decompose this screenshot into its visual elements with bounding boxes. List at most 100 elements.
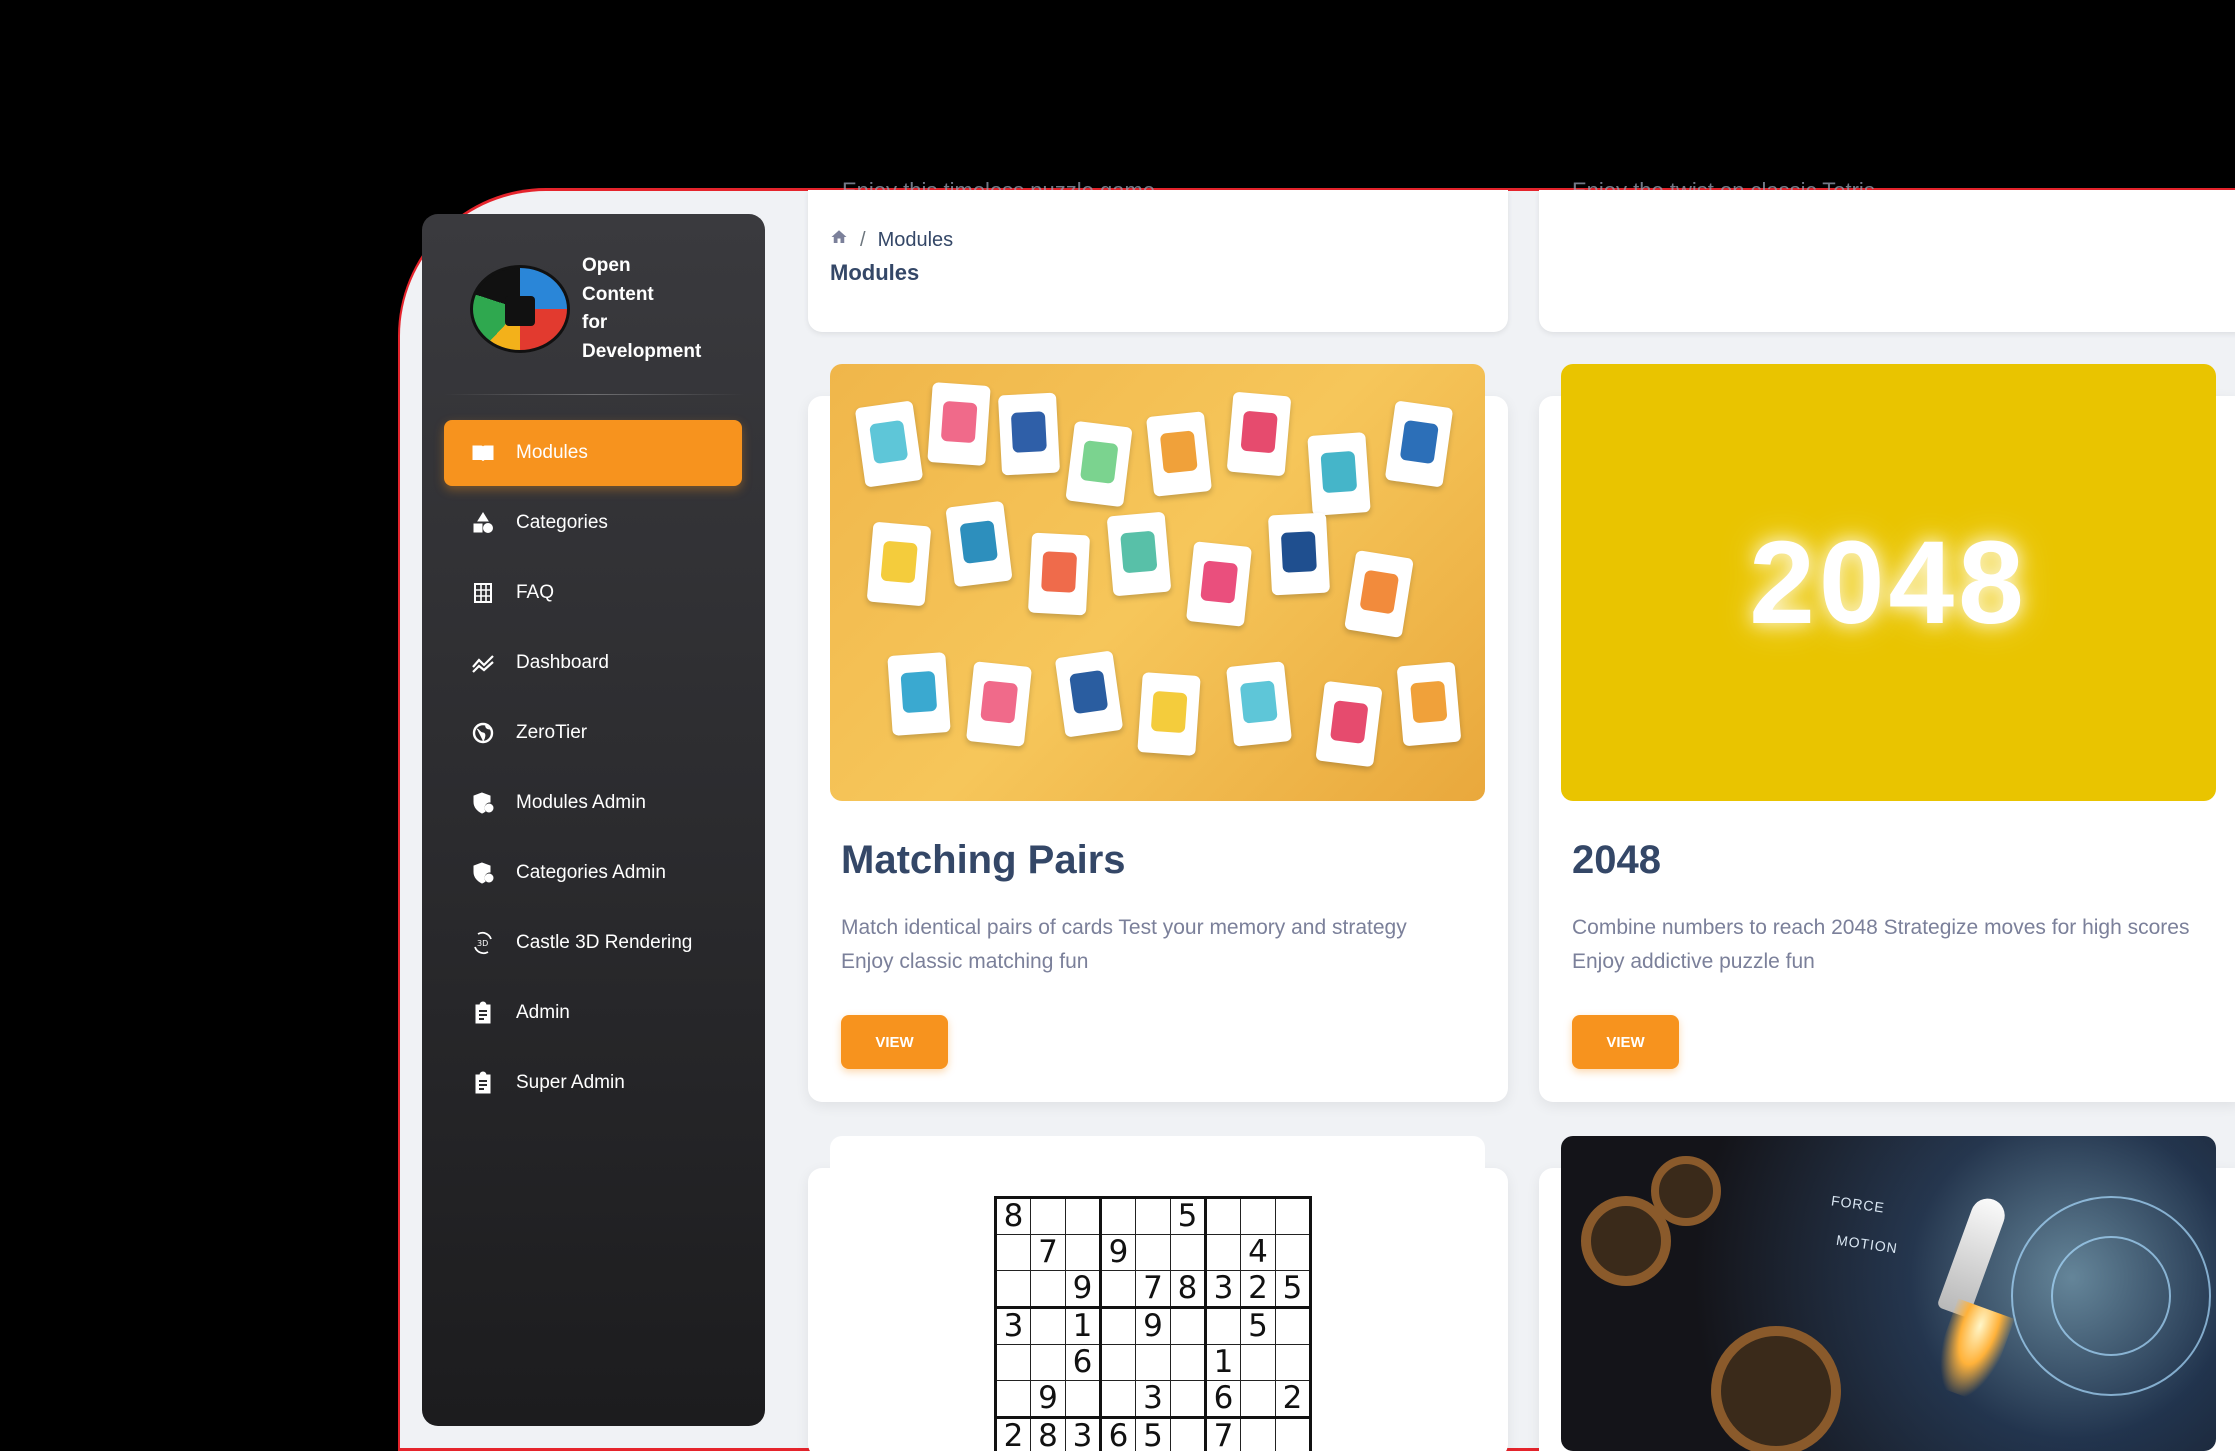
brand[interactable]: Open Content for Development: [470, 252, 722, 366]
sudoku-cell: [1030, 1270, 1066, 1309]
sudoku-cell: [1100, 1380, 1136, 1419]
3d-rotation-icon: 3D: [470, 930, 496, 956]
sudoku-cell: [1240, 1380, 1276, 1419]
sudoku-cell: 4: [1240, 1234, 1276, 1271]
sudoku-row: 978325: [995, 1270, 1311, 1309]
sudoku-row: 319 5: [995, 1307, 1311, 1345]
sudoku-cell: [1170, 1380, 1207, 1419]
sudoku-cell: [1275, 1307, 1311, 1345]
sudoku-image: 857949783253195619362283657: [830, 1136, 1485, 1451]
sidebar-item-label: Dashboard: [516, 652, 609, 673]
matching-pairs-image: [830, 364, 1485, 801]
sidebar-divider: [442, 394, 745, 395]
sidebar-item-super-admin[interactable]: Super Admin: [444, 1050, 742, 1116]
sudoku-cell: [1100, 1307, 1136, 1345]
clipboard-icon: [470, 1000, 496, 1026]
sudoku-cell: 5: [1275, 1270, 1311, 1309]
sudoku-cell: [1135, 1234, 1171, 1271]
sudoku-cell: [1205, 1234, 1241, 1271]
shield-icon: [470, 860, 496, 886]
sudoku-cell: [1065, 1234, 1102, 1271]
sudoku-cell: [1275, 1417, 1311, 1451]
sudoku-cell: 6: [1205, 1380, 1241, 1419]
sudoku-cell: 1: [1205, 1344, 1241, 1381]
sudoku-cell: [1240, 1197, 1276, 1235]
sudoku-cell: [1205, 1307, 1241, 1345]
sudoku-cell: [1170, 1417, 1207, 1451]
sidebar-nav: Modules Categories FAQ Dashboard ZeroTie…: [444, 420, 742, 1120]
sidebar-item-label: Castle 3D Rendering: [516, 932, 693, 953]
sudoku-cell: [1275, 1234, 1311, 1271]
sidebar-item-zerotier[interactable]: ZeroTier: [444, 700, 742, 766]
globe-icon: [470, 720, 496, 746]
sudoku-cell: [1170, 1344, 1207, 1381]
2048-image: 2048: [1561, 364, 2216, 801]
view-button[interactable]: VIEW: [841, 1015, 948, 1069]
sudoku-cell: 5: [1135, 1417, 1171, 1451]
sidebar-item-castle-3d-rendering[interactable]: 3D Castle 3D Rendering: [444, 910, 742, 976]
sidebar-item-modules[interactable]: Modules: [444, 420, 742, 486]
sudoku-cell: 9: [1135, 1307, 1171, 1345]
sudoku-cell: 3: [1205, 1270, 1241, 1309]
sudoku-cell: 2: [1240, 1270, 1276, 1309]
sudoku-cell: [1240, 1344, 1276, 1381]
clipboard-icon: [470, 1070, 496, 1096]
home-icon[interactable]: [830, 228, 848, 252]
sudoku-cell: 7: [1205, 1417, 1241, 1451]
header-card-right: [1539, 190, 2235, 332]
sudoku-cell: 7: [1030, 1234, 1066, 1271]
sudoku-cell: 2: [995, 1417, 1031, 1451]
breadcrumb: / Modules: [830, 228, 953, 252]
sudoku-row: 85: [995, 1197, 1311, 1235]
sudoku-cell: 5: [1170, 1197, 1207, 1235]
sidebar-item-categories[interactable]: Categories: [444, 490, 742, 556]
sudoku-cell: [995, 1380, 1031, 1419]
brand-logo: [470, 265, 570, 353]
sudoku-cell: [1030, 1344, 1066, 1381]
sudoku-cell: [1275, 1197, 1311, 1235]
sidebar-item-label: Modules Admin: [516, 792, 646, 813]
physics-label-motion: MOTION: [1835, 1231, 1899, 1257]
sidebar-item-faq[interactable]: FAQ: [444, 560, 742, 626]
sudoku-row: 283657: [995, 1417, 1311, 1451]
page-title: Modules: [830, 260, 920, 285]
sidebar-item-label: FAQ: [516, 582, 555, 603]
sudoku-cell: [1275, 1344, 1311, 1381]
sidebar-item-label: Admin: [516, 1002, 570, 1023]
sudoku-cell: 9: [1100, 1234, 1136, 1271]
view-button[interactable]: VIEW: [1572, 1015, 1679, 1069]
sidebar-item-label: ZeroTier: [516, 722, 588, 743]
sudoku-grid: 857949783253195619362283657: [994, 1196, 1312, 1451]
sudoku-cell: [995, 1344, 1031, 1381]
sudoku-cell: [1100, 1197, 1136, 1235]
sudoku-cell: [1065, 1197, 1102, 1235]
sidebar-item-modules-admin[interactable]: Modules Admin: [444, 770, 742, 836]
sidebar-item-admin[interactable]: Admin: [444, 980, 742, 1046]
svg-text:3D: 3D: [477, 939, 488, 948]
sudoku-cell: [1030, 1307, 1066, 1345]
sidebar-item-categories-admin[interactable]: Categories Admin: [444, 840, 742, 906]
sudoku-cell: 6: [1100, 1417, 1136, 1451]
sidebar: Open Content for Development Modules Cat…: [422, 214, 765, 1426]
physics-image: FORCE MOTION: [1561, 1136, 2216, 1451]
sudoku-cell: [1170, 1307, 1207, 1345]
sudoku-cell: 7: [1135, 1270, 1171, 1309]
sudoku-cell: [1100, 1344, 1136, 1381]
sudoku-cell: [1030, 1197, 1066, 1235]
sudoku-cell: 3: [1065, 1417, 1102, 1451]
sudoku-cell: [1205, 1197, 1241, 1235]
breadcrumb-separator: /: [860, 228, 866, 251]
sudoku-cell: 9: [1030, 1380, 1066, 1419]
sudoku-cell: 3: [995, 1307, 1031, 1345]
card-title: Matching Pairs: [841, 838, 1126, 882]
sudoku-cell: 3: [1135, 1380, 1171, 1419]
2048-image-text: 2048: [1749, 516, 2028, 649]
sudoku-cell: 8: [1170, 1270, 1207, 1309]
card-title: 2048: [1572, 838, 1661, 882]
sudoku-cell: 1: [1065, 1307, 1102, 1345]
shield-icon: [470, 790, 496, 816]
sudoku-cell: 2: [1275, 1380, 1311, 1419]
card-description: Combine numbers to reach 2048 Strategize…: [1572, 916, 2190, 973]
sidebar-item-label: Modules: [516, 442, 588, 463]
sidebar-item-dashboard[interactable]: Dashboard: [444, 630, 742, 696]
